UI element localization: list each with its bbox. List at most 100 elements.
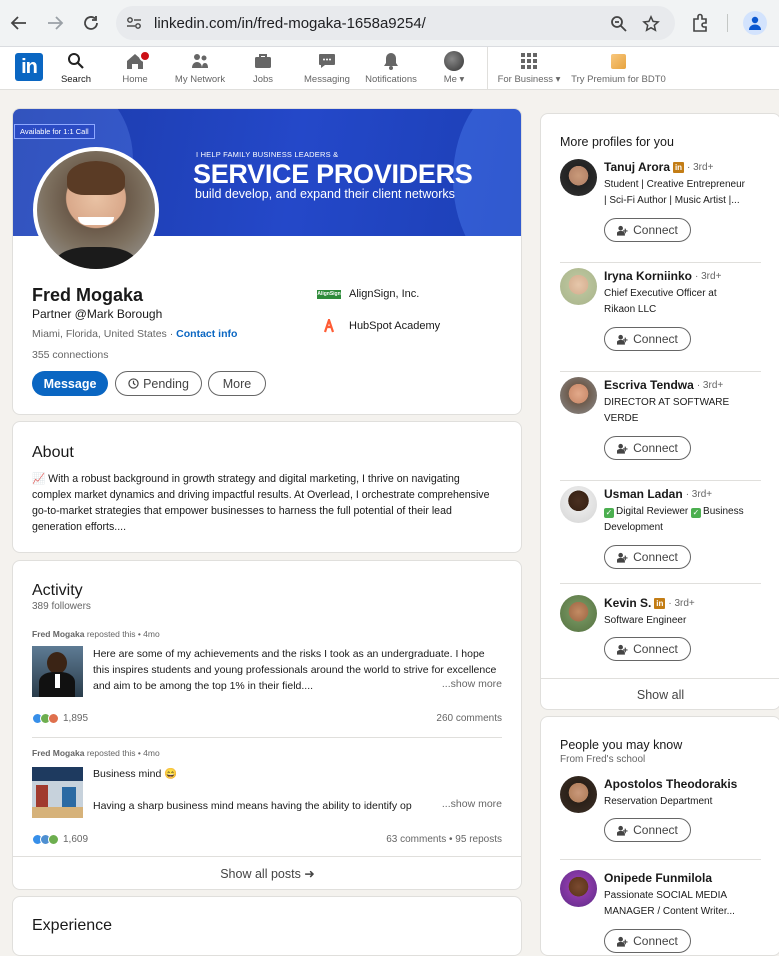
reaction-count[interactable]: 1,895	[32, 713, 88, 724]
url-text[interactable]: linkedin.com/in/fred-mogaka-1658a9254/	[154, 15, 426, 32]
connect-button[interactable]: Connect	[604, 637, 691, 661]
more-button[interactable]: More	[208, 371, 266, 396]
person-avatar[interactable]	[560, 486, 597, 523]
nav-label: Messaging	[304, 74, 350, 85]
clock-icon	[128, 378, 139, 389]
address-bar[interactable]: linkedin.com/in/fred-mogaka-1658a9254/	[116, 6, 675, 40]
post-author[interactable]: Fred Mogaka	[32, 629, 84, 639]
connections-count[interactable]: 355 connections	[32, 349, 108, 361]
pymk-subtitle: From Fred's school	[560, 754, 646, 765]
headline-line: Rikaon LLC	[604, 304, 657, 315]
profile-suggestion[interactable]: Escriva Tendwa · 3rd+ DIRECTOR AT SOFTWA…	[560, 377, 766, 463]
post-text-title[interactable]: Business mind 😄	[93, 766, 503, 782]
profile-suggestion[interactable]: Iryna Korniinko · 3rd+ Chief Executive O…	[560, 268, 766, 354]
nav-jobs[interactable]: Jobs	[245, 51, 281, 87]
person-name[interactable]: Usman Ladan · 3rd+	[604, 487, 712, 501]
person-name-text: Tanuj Arora	[604, 160, 671, 174]
person-name-text: Kevin S.	[604, 596, 652, 610]
connect-button[interactable]: Connect	[604, 327, 691, 351]
nav-home[interactable]: Home	[115, 50, 155, 87]
person-name-text: Usman Ladan	[604, 487, 683, 501]
suggestion-divider	[560, 859, 761, 860]
extensions-icon[interactable]	[690, 12, 712, 34]
nav-try-premium[interactable]: Try Premium for BDT0	[571, 51, 666, 87]
connect-button[interactable]: Connect	[604, 545, 691, 569]
experience-item-hubspot[interactable]: HubSpot Academy	[317, 317, 440, 335]
connect-label: Connect	[633, 550, 678, 564]
nav-my-network[interactable]: My Network	[170, 51, 230, 87]
connection-degree: · 3rd+	[696, 379, 724, 391]
avatar-icon	[444, 51, 464, 71]
connect-button[interactable]: Connect	[604, 929, 691, 953]
profile-suggestion[interactable]: Apostolos Theodorakis Reservation Depart…	[560, 776, 766, 846]
profile-card: Available for 1:1 Call I HELP FAMILY BUS…	[12, 108, 522, 415]
company-name: HubSpot Academy	[349, 320, 441, 332]
nav-messaging[interactable]: Messaging	[300, 51, 354, 87]
nav-label: Try Premium for BDT0	[571, 74, 666, 85]
connection-degree: · 3rd+	[668, 597, 695, 609]
profile-suggestion[interactable]: Tanuj Arora in · 3rd+ Student | Creative…	[560, 159, 766, 245]
person-avatar[interactable]	[560, 870, 597, 907]
profile-location: Miami, Florida, United States · Contact …	[32, 328, 237, 340]
person-headline: Software Engineer	[604, 613, 766, 629]
comment-count[interactable]: 260 comments	[436, 713, 502, 724]
person-name[interactable]: Kevin S. in · 3rd+	[604, 596, 695, 610]
show-all-posts-button[interactable]: Show all posts ➜	[13, 856, 521, 889]
nav-search[interactable]: Search	[57, 51, 95, 87]
experience-item-alignsign[interactable]: AlignSign AlignSign, Inc.	[317, 285, 419, 303]
show-more-link[interactable]: ...show more	[438, 678, 502, 690]
person-name[interactable]: Tanuj Arora in · 3rd+	[604, 160, 713, 174]
person-avatar[interactable]	[560, 595, 597, 632]
person-avatar[interactable]	[560, 159, 597, 196]
location-text: Miami, Florida, United States	[32, 328, 167, 340]
nav-for-business[interactable]: For Business ▾	[497, 51, 561, 87]
activity-card: Activity 389 followers Fred Mogaka repos…	[12, 560, 522, 890]
reload-icon[interactable]	[79, 11, 103, 35]
person-name[interactable]: Onipede Funmilola	[604, 871, 712, 885]
zoom-icon[interactable]	[610, 15, 628, 33]
profile-suggestion[interactable]: Usman Ladan · 3rd+ ✓ Digital Reviewer ✓ Bu…	[560, 486, 766, 572]
banner-tagline: I HELP FAMILY BUSINESS LEADERS &	[196, 150, 339, 159]
profile-avatar-icon[interactable]	[743, 11, 767, 35]
connect-button[interactable]: Connect	[604, 818, 691, 842]
profile-suggestion[interactable]: Kevin S. in · 3rd+ Software Engineer Con…	[560, 595, 766, 665]
show-all-profiles-button[interactable]: Show all	[541, 678, 779, 709]
nav-notifications[interactable]: Notifications	[362, 51, 420, 87]
contact-info-link[interactable]: Contact info	[176, 328, 237, 340]
site-settings-icon[interactable]	[126, 15, 142, 31]
person-avatar[interactable]	[560, 776, 597, 813]
bookmark-star-icon[interactable]	[642, 15, 660, 33]
headline-line: | Sci-Fi Author | Music Artist |...	[604, 195, 740, 206]
person-avatar[interactable]	[560, 377, 597, 414]
person-name[interactable]: Iryna Korniinko · 3rd+	[604, 269, 721, 283]
post-author[interactable]: Fred Mogaka	[32, 748, 84, 758]
profile-photo[interactable]	[33, 147, 159, 273]
show-more-link[interactable]: ...show more	[438, 798, 502, 810]
post-text[interactable]: Having a sharp business mind means havin…	[93, 798, 437, 814]
hubspot-logo	[323, 319, 335, 333]
back-icon[interactable]	[7, 11, 31, 35]
post-thumbnail[interactable]	[32, 646, 83, 697]
profile-suggestion[interactable]: Onipede Funmilola Passionate SOCIAL MEDI…	[560, 870, 766, 955]
nav-me[interactable]: Me ▾	[438, 51, 470, 87]
connection-degree: · 3rd+	[685, 488, 713, 500]
reaction-count[interactable]: 1,609	[32, 834, 88, 845]
connect-label: Connect	[633, 332, 678, 346]
nav-label: Home	[122, 74, 148, 85]
pending-button[interactable]: Pending	[115, 371, 202, 396]
browser-toolbar: linkedin.com/in/fred-mogaka-1658a9254/	[0, 0, 779, 47]
comment-count[interactable]: 63 comments • 95 reposts	[386, 834, 502, 845]
headline-part: Business	[703, 506, 744, 517]
person-name[interactable]: Apostolos Theodorakis	[604, 777, 737, 791]
forward-icon[interactable]	[43, 11, 67, 35]
connection-degree: · 3rd+	[695, 270, 722, 282]
post-thumbnail[interactable]	[32, 767, 83, 818]
message-button[interactable]: Message	[32, 371, 108, 396]
linkedin-logo[interactable]: in	[15, 53, 43, 81]
connect-button[interactable]: Connect	[604, 218, 691, 242]
person-avatar[interactable]	[560, 268, 597, 305]
person-name[interactable]: Escriva Tendwa · 3rd+	[604, 378, 723, 392]
home-icon	[125, 50, 151, 71]
connect-button[interactable]: Connect	[604, 436, 691, 460]
post-time: reposted this • 4mo	[86, 748, 160, 758]
